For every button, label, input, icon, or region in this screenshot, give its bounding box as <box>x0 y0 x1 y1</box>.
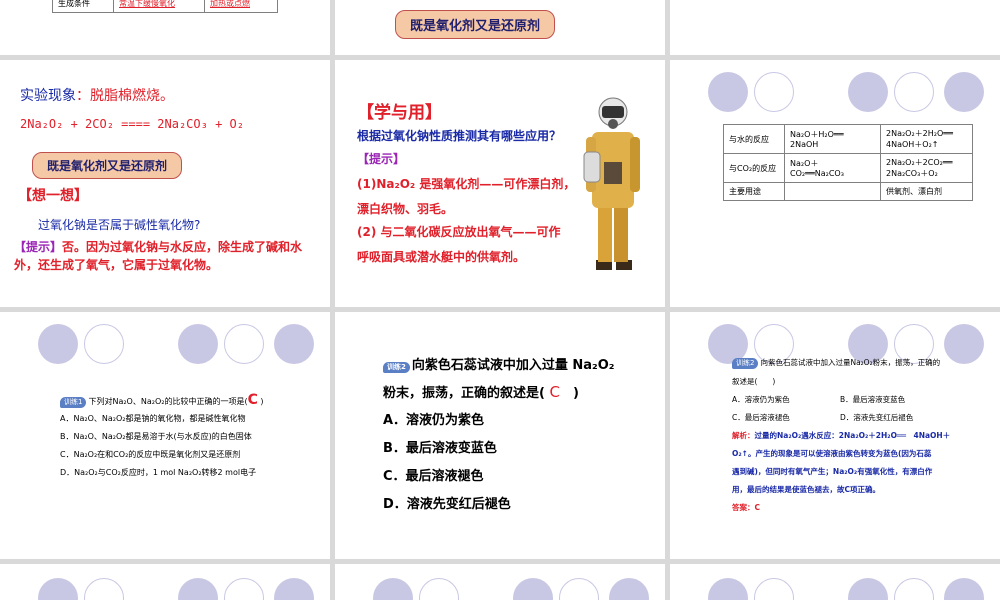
analysis-line-3: 遇到碱)，但同时有氧气产生；Na₂O₂有强氧化性，有漂白作 <box>732 467 933 476</box>
slide-5[interactable]: 【学与用】 根据过氧化钠性质推测其有哪些应用？ 【提示】 (1)Na₂O₂ 是强… <box>335 60 665 307</box>
exercise-badge: 训练2 <box>732 358 759 369</box>
deco-circle <box>754 578 794 600</box>
table-row-label: 生成条件 <box>52 0 114 13</box>
table-cell: Na₂O＋H₂O══ 2NaOH <box>784 124 881 154</box>
deco-circle <box>84 324 124 364</box>
deco-circle <box>559 578 599 600</box>
analysis-line-4: 用，最后的结果是使蓝色褪去，故C项正确。 <box>732 485 881 494</box>
deco-circle <box>848 72 888 112</box>
deco-circle <box>894 72 934 112</box>
table-cell <box>784 182 881 201</box>
point-2: (2) 与二氧化碳反应放出氧气——可作 <box>357 225 561 239</box>
question-text: 过氧化钠是否属于碱性氧化物? <box>38 218 201 232</box>
table-row: 与CO₂的反应 Na₂O＋ CO₂══Na₂CO₃ 2Na₂O₂＋2CO₂══ … <box>723 153 973 183</box>
option-d[interactable]: D．Na₂O₂与CO₂反应时，1 mol Na₂O₂转移2 mol电子 <box>60 467 256 478</box>
exercise-badge: 训练2 <box>383 362 410 373</box>
section-title: 【学与用】 <box>357 103 442 123</box>
callout-bubble: 既是氧化剂又是还原剂 <box>395 10 556 39</box>
exercise-badge: 训练1 <box>60 397 87 408</box>
option-a[interactable]: A．溶液仍为紫色 <box>732 394 790 405</box>
deco-circle <box>38 578 78 600</box>
table-row: 与水的反应 Na₂O＋H₂O══ 2NaOH 2Na₂O₂＋2H₂O══ 4Na… <box>723 124 973 154</box>
table-cell: 常温下缓慢氧化 <box>113 0 205 13</box>
deco-circle <box>224 578 264 600</box>
option-c[interactable]: C．Na₂O₂在和CO₂的反应中既是氧化剂又是还原剂 <box>60 449 240 460</box>
deco-circle <box>708 72 748 112</box>
option-d[interactable]: D．溶液先变红后褪色 <box>383 493 511 512</box>
slide-9[interactable]: 训练2 向紫色石蕊试液中加入过量Na₂O₂粉末，振荡，正确的 叙述是( ) A．溶… <box>670 312 1000 559</box>
deco-circle <box>944 578 984 600</box>
question-stem-line-2: 粉末，振荡，正确的叙述是( C ) <box>383 383 579 401</box>
table-cell: Na₂O＋ CO₂══Na₂CO₃ <box>784 153 881 183</box>
answer-mark: C <box>247 392 258 408</box>
deco-circle <box>274 578 314 600</box>
table-cell: 2Na₂O₂＋2CO₂══ 2Na₂CO₃＋O₂ <box>880 153 973 183</box>
slide-2[interactable]: 既是氧化剂又是还原剂 <box>335 0 665 55</box>
question-text: 根据过氧化钠性质推测其有哪些应用？ <box>357 129 562 143</box>
option-a[interactable]: A．溶液仍为紫色 <box>383 409 484 428</box>
deco-circle <box>513 578 553 600</box>
deco-circle <box>609 578 649 600</box>
question-stem-line-1: 训练2 向紫色石蕊试液中加入过量Na₂O₂粉末，振荡，正确的 <box>732 357 940 369</box>
deco-circle <box>754 72 794 112</box>
hint-paragraph: 【提示】否。因为过氧化钠与水反应，除生成了碱和水外，还生成了氧气，它属于过氧化物… <box>14 240 303 272</box>
slide-6[interactable]: 与水的反应 Na₂O＋H₂O══ 2NaOH 2Na₂O₂＋2H₂O══ 4Na… <box>670 60 1000 307</box>
row-label: 与水的反应 <box>723 124 785 154</box>
question-stem-line-1: 训练2 向紫色石蕊试液中加入过量 Na₂O₂ <box>383 354 615 373</box>
row-label: 与CO₂的反应 <box>723 153 785 183</box>
slide-1[interactable]: 生成条件 常温下缓慢氧化 加热或点燃 <box>0 0 330 55</box>
table-cell: 加热或点燃 <box>204 0 278 13</box>
option-a[interactable]: A．Na₂O、Na₂O₂都是钠的氧化物，都是碱性氧化物 <box>60 413 245 424</box>
think-title: 【想一想】 <box>18 188 88 204</box>
slide-3[interactable] <box>670 0 1000 55</box>
deco-circle <box>178 578 218 600</box>
deco-circle <box>848 578 888 600</box>
option-b[interactable]: B．Na₂O、Na₂O₂都是易溶于水(与水反应)的白色固体 <box>60 431 252 442</box>
deco-circle <box>708 578 748 600</box>
deco-circle <box>894 578 934 600</box>
question-stem-line-2: 叙述是( ) <box>732 377 776 386</box>
condition-table: 生成条件 常温下缓慢氧化 加热或点燃 <box>52 0 278 13</box>
callout-bubble: 既是氧化剂又是还原剂 <box>32 152 183 179</box>
question-stem: 训练1 下列对Na₂O、Na₂O₂的比较中正确的一项是(C ) <box>60 392 264 408</box>
analysis-line-2: O₂↑。产生的现象是可以使溶液由紫色转变为蓝色(因为石蕊 <box>732 449 932 458</box>
option-c[interactable]: C．最后溶液褪色 <box>383 465 484 484</box>
deco-circle <box>944 324 984 364</box>
deco-circle <box>224 324 264 364</box>
deco-circle <box>38 324 78 364</box>
deco-circle <box>944 72 984 112</box>
slide-8[interactable]: 训练2 向紫色石蕊试液中加入过量 Na₂O₂ 粉末，振荡，正确的叙述是( C ) … <box>335 312 665 559</box>
option-c[interactable]: C．最后溶液褪色 <box>732 412 790 423</box>
deco-circle <box>178 324 218 364</box>
hint-label: 【提示】 <box>357 152 406 166</box>
slide-7[interactable]: 训练1 下列对Na₂O、Na₂O₂的比较中正确的一项是(C ) A．Na₂O、Na… <box>0 312 330 559</box>
option-b[interactable]: B．最后溶液变蓝色 <box>840 394 905 405</box>
respirator-worker-illustration <box>583 97 640 270</box>
option-d[interactable]: D．溶液先变红后褪色 <box>840 412 913 423</box>
answer-line: 答案：C <box>732 503 761 512</box>
slide-4[interactable]: 实验现象：脱脂棉燃烧。 2Na₂O₂ + 2CO₂ ==== 2Na₂CO₃ +… <box>0 60 330 307</box>
table-row: 主要用途 供氧剂、漂白剂 <box>723 182 973 201</box>
answer-mark: C <box>549 383 560 401</box>
deco-circle <box>84 578 124 600</box>
deco-circle <box>373 578 413 600</box>
reaction-equation: 2Na₂O₂ + 2CO₂ ==== 2Na₂CO₃ + O₂ <box>20 117 244 131</box>
slide-10[interactable] <box>0 564 330 600</box>
option-b[interactable]: B．最后溶液变蓝色 <box>383 437 497 456</box>
phenomenon-line: 实验现象：脱脂棉燃烧。 <box>20 88 174 104</box>
analysis-line-1: 解析：过量的Na₂O₂遇水反应：2Na₂O₂＋2H₂O══ 4NaOH＋ <box>732 431 951 440</box>
point-2-cont: 呼吸面具或潜水艇中的供氧剂。 <box>357 250 526 264</box>
deco-circle <box>419 578 459 600</box>
point-1: (1)Na₂O₂ 是强氧化剂——可作漂白剂， <box>357 177 576 191</box>
slide-12[interactable] <box>670 564 1000 600</box>
point-1-cont: 漂白织物、羽毛。 <box>357 202 454 216</box>
table-cell: 2Na₂O₂＋2H₂O══ 4NaOH＋O₂↑ <box>880 124 973 154</box>
deco-circle <box>274 324 314 364</box>
row-label: 主要用途 <box>723 182 785 201</box>
table-cell: 供氧剂、漂白剂 <box>880 182 973 201</box>
slide-11[interactable] <box>335 564 665 600</box>
comparison-table: 与水的反应 Na₂O＋H₂O══ 2NaOH 2Na₂O₂＋2H₂O══ 4Na… <box>723 124 973 201</box>
